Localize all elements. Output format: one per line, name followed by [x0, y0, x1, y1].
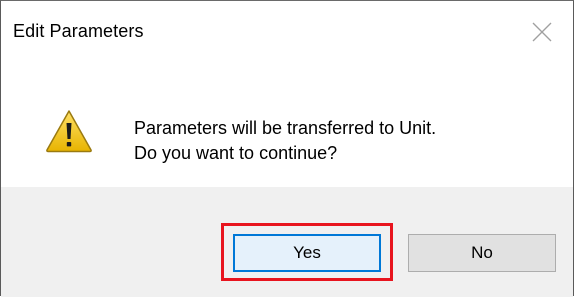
title-bar: Edit Parameters: [1, 1, 573, 63]
button-bar: Yes No: [1, 187, 573, 297]
close-icon: [532, 22, 552, 42]
warning-icon: [46, 110, 92, 153]
message-line-2: Do you want to continue?: [134, 143, 338, 163]
yes-button[interactable]: Yes: [233, 234, 381, 272]
dialog-content: Parameters will be transferred to Unit. …: [1, 63, 573, 187]
close-button[interactable]: [513, 1, 573, 63]
message-line-1: Parameters will be transferred to Unit.: [134, 118, 437, 138]
no-button[interactable]: No: [408, 234, 556, 272]
edit-parameters-dialog: Edit Parameters Parameters will be trans…: [0, 0, 574, 297]
dialog-message: Parameters will be transferred to Unit. …: [134, 116, 436, 166]
dialog-title: Edit Parameters: [13, 21, 144, 41]
